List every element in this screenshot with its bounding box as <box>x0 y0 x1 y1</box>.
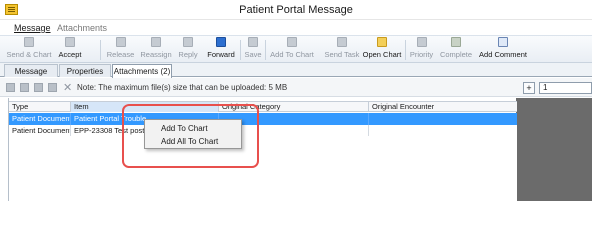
table-row[interactable]: Patient Document Patient Portal Trouble <box>9 113 517 125</box>
tab-message[interactable]: Message <box>4 64 58 77</box>
priority-button[interactable]: Priority <box>408 37 435 63</box>
forward-icon <box>216 37 226 47</box>
window-title: Patient Portal Message <box>239 4 353 16</box>
cell-type: Patient Document <box>9 113 71 125</box>
zoom-in-button[interactable]: + <box>523 82 535 94</box>
attachments-toolbar: ✕ Note: The maximum file(s) size that ca… <box>0 78 516 97</box>
menu-attachments[interactable]: Attachments <box>57 23 107 33</box>
toolbar-separator <box>240 40 241 60</box>
toolbar: Send & Chart Accept Release Reassign Rep… <box>0 35 592 63</box>
reply-icon <box>183 37 193 47</box>
open-chart-button[interactable]: Open Chart <box>362 37 402 63</box>
reassign-label: Reassign <box>140 50 172 59</box>
grid-empty-area <box>9 136 517 201</box>
folder-icon <box>377 37 387 47</box>
page-number-field[interactable]: 1 <box>539 82 592 94</box>
open-chart-label: Open Chart <box>362 50 402 59</box>
scan-icon[interactable] <box>34 83 43 92</box>
toolbar-separator <box>405 40 406 60</box>
complete-button[interactable]: Complete <box>438 37 474 63</box>
toolbar-separator <box>100 40 101 60</box>
toolbar-separator <box>265 40 266 60</box>
complete-icon <box>451 37 461 47</box>
delete-icon[interactable]: ✕ <box>63 81 72 94</box>
send-chart-icon <box>24 37 34 47</box>
add-comment-label: Add Comment <box>479 50 527 59</box>
send-and-chart-button[interactable]: Send & Chart <box>4 37 54 63</box>
accept-icon <box>65 37 75 47</box>
reply-label: Reply <box>178 50 198 59</box>
priority-label: Priority <box>409 50 434 59</box>
cell-encounter <box>369 113 517 125</box>
tab-properties[interactable]: Properties <box>59 64 111 77</box>
comment-icon <box>498 37 508 47</box>
forward-button[interactable]: Forward <box>205 37 237 63</box>
reassign-button[interactable]: Reassign <box>138 37 174 63</box>
add-to-chart-icon <box>287 37 297 47</box>
add-to-chart-label: Add To Chart <box>270 50 314 59</box>
highlight-annotation <box>122 104 259 168</box>
reply-button[interactable]: Reply <box>175 37 201 63</box>
menu-message[interactable]: Message <box>14 23 51 33</box>
send-task-label: Send Task <box>324 50 360 59</box>
add-comment-button[interactable]: Add Comment <box>479 37 527 63</box>
list-icon[interactable] <box>6 83 15 92</box>
attachments-grid: Type Item Original Category Original Enc… <box>8 98 517 201</box>
complete-label: Complete <box>439 50 473 59</box>
document-preview-pane <box>516 98 592 201</box>
accept-label: Accept <box>58 50 82 59</box>
tab-attachments[interactable]: Attachments (2) <box>112 64 172 78</box>
save-label: Save <box>244 50 262 59</box>
send-task-button[interactable]: Send Task <box>323 37 361 63</box>
send-task-icon <box>337 37 347 47</box>
attach-icon[interactable] <box>48 83 57 92</box>
priority-icon <box>416 37 427 47</box>
release-button[interactable]: Release <box>104 37 137 63</box>
grid-header: Type Item Original Category Original Enc… <box>9 101 517 112</box>
save-button[interactable]: Save <box>243 37 263 63</box>
menu-bar: Message Attachments <box>0 21 592 35</box>
release-icon <box>115 37 126 47</box>
save-icon <box>248 37 258 47</box>
forward-label: Forward <box>207 50 235 59</box>
reassign-icon <box>151 37 161 47</box>
column-header-type[interactable]: Type <box>9 102 71 112</box>
upload-size-note: Note: The maximum file(s) size that can … <box>77 83 288 92</box>
copy-icon[interactable] <box>20 83 29 92</box>
add-to-chart-button[interactable]: Add To Chart <box>268 37 316 63</box>
title-bar: Patient Portal Message <box>0 0 592 20</box>
release-label: Release <box>106 50 135 59</box>
tab-strip: Message Properties Attachments (2) <box>0 63 592 78</box>
accept-button[interactable]: Accept <box>55 37 85 63</box>
column-header-original-encounter[interactable]: Original Encounter <box>369 102 517 112</box>
send-and-chart-label: Send & Chart <box>6 50 52 59</box>
